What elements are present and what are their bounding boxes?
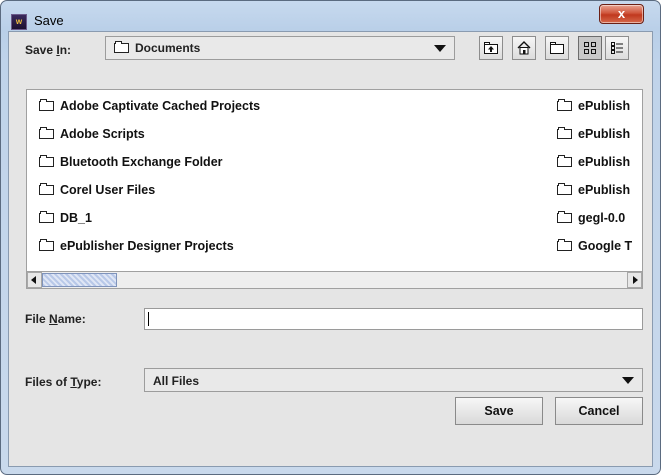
- scrollbar-thumb[interactable]: [42, 273, 117, 287]
- folder-icon: [39, 211, 55, 223]
- list-item[interactable]: DB_1: [39, 211, 92, 225]
- new-folder-icon: [550, 42, 564, 54]
- list-item[interactable]: ePublish: [557, 155, 630, 169]
- scroll-right-icon[interactable]: [627, 272, 642, 288]
- file-list[interactable]: Adobe Captivate Cached Projects Adobe Sc…: [26, 89, 643, 272]
- file-name-input[interactable]: [144, 308, 643, 330]
- list-item[interactable]: Adobe Captivate Cached Projects: [39, 99, 260, 113]
- cancel-button[interactable]: Cancel: [555, 397, 643, 425]
- folder-icon: [39, 183, 55, 195]
- list-item[interactable]: ePublish: [557, 127, 630, 141]
- app-icon: w: [11, 14, 27, 30]
- list-item[interactable]: ePublish: [557, 183, 630, 197]
- files-of-type-label: Files of Type:: [25, 375, 102, 389]
- folder-icon: [39, 127, 55, 139]
- new-folder-button[interactable]: [545, 36, 569, 60]
- list-view-button[interactable]: [578, 36, 602, 60]
- list-item[interactable]: Google T: [557, 239, 632, 253]
- close-icon: x: [617, 6, 626, 21]
- folder-icon: [557, 183, 573, 195]
- list-item[interactable]: Corel User Files: [39, 183, 155, 197]
- scroll-left-icon[interactable]: [27, 272, 42, 288]
- details-view-button[interactable]: [605, 36, 629, 60]
- home-button[interactable]: [512, 36, 536, 60]
- folder-icon: [557, 239, 573, 251]
- up-one-level-button[interactable]: [479, 36, 503, 60]
- folder-icon: [557, 127, 573, 139]
- save-dialog: w Save x Save In: Documents Adobe Captiv…: [0, 0, 661, 475]
- list-view-icon: [584, 42, 596, 54]
- up-one-level-icon: [484, 42, 498, 54]
- file-name-label: File Name:: [25, 312, 86, 326]
- text-caret: [148, 312, 149, 326]
- list-item[interactable]: ePublisher Designer Projects: [39, 239, 234, 253]
- window-title: Save: [34, 13, 64, 28]
- folder-icon: [39, 155, 55, 167]
- files-of-type-value: All Files: [153, 374, 200, 388]
- files-of-type-dropdown[interactable]: All Files: [144, 368, 643, 392]
- folder-icon: [557, 211, 573, 223]
- details-view-icon: [611, 42, 623, 54]
- folder-icon: [39, 239, 55, 251]
- save-button[interactable]: Save: [455, 397, 543, 425]
- save-in-dropdown[interactable]: Documents: [105, 36, 455, 60]
- chevron-down-icon: [434, 45, 446, 52]
- folder-icon: [39, 99, 55, 111]
- folder-icon: [114, 41, 130, 53]
- folder-icon: [557, 99, 573, 111]
- save-in-label: Save In:: [25, 43, 72, 57]
- list-item[interactable]: Adobe Scripts: [39, 127, 145, 141]
- list-item[interactable]: gegl-0.0: [557, 211, 625, 225]
- folder-icon: [557, 155, 573, 167]
- close-button[interactable]: x: [599, 4, 644, 24]
- list-item[interactable]: ePublish: [557, 99, 630, 113]
- save-in-value: Documents: [114, 41, 200, 55]
- chevron-down-icon: [622, 377, 634, 384]
- horizontal-scrollbar[interactable]: [26, 272, 643, 289]
- list-item[interactable]: Bluetooth Exchange Folder: [39, 155, 223, 169]
- home-icon: [517, 41, 531, 55]
